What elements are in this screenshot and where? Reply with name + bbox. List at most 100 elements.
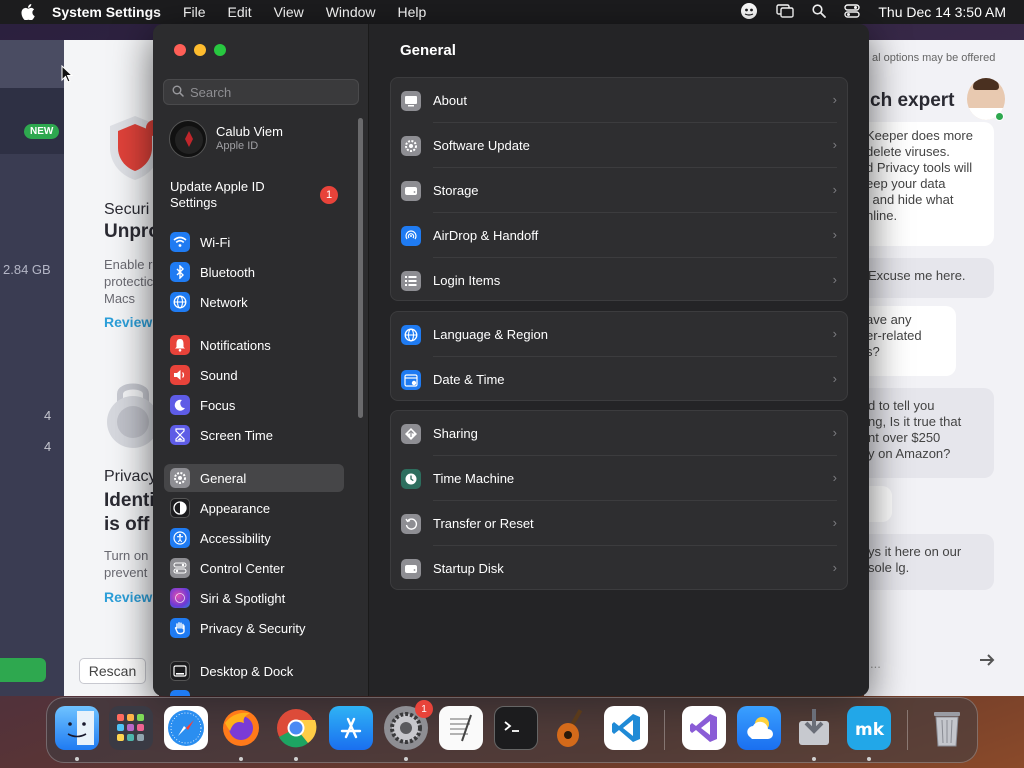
sidebar-item-appearance[interactable]: Appearance — [164, 494, 344, 522]
mk-app-icon[interactable]: mk — [847, 706, 891, 750]
chevron-right-icon: › — [832, 425, 837, 440]
row-software-update[interactable]: Software Update › — [391, 123, 849, 168]
chat-message: ys it here on our sole lg. — [860, 534, 994, 590]
sidebar-item-privacy-security[interactable]: Privacy & Security — [164, 614, 344, 642]
sidebar-item-network[interactable]: Network — [164, 288, 344, 316]
hourglass-icon — [170, 425, 190, 445]
speaker-icon — [170, 365, 190, 385]
update-apple-id-link[interactable]: Update Apple ID — [170, 179, 265, 194]
review-link[interactable]: Review — [104, 314, 152, 330]
search-field[interactable]: Search — [163, 79, 359, 105]
textedit-icon[interactable] — [439, 706, 483, 750]
bg-body-text: Turn on — [104, 548, 149, 563]
settings-sidebar: Search Calub Viem Apple ID Update Apple … — [153, 24, 369, 696]
weather-icon[interactable] — [737, 706, 781, 750]
update-apple-id-link[interactable]: Settings — [170, 195, 217, 210]
menu-file[interactable]: File — [172, 0, 217, 24]
row-label: About — [433, 93, 467, 108]
control-center-icon[interactable] — [844, 3, 861, 21]
row-transfer-reset[interactable]: Transfer or Reset › — [391, 501, 849, 546]
installer-icon[interactable] — [792, 706, 836, 750]
spotlight-search-icon[interactable] — [812, 3, 827, 21]
screen-mirroring-icon[interactable] — [776, 3, 795, 21]
minimize-window-button[interactable] — [194, 44, 206, 56]
sidebar-item-notifications[interactable]: Notifications — [164, 331, 344, 359]
dock-icon — [170, 661, 190, 681]
chat-input[interactable]: ... — [870, 656, 881, 671]
sidebar-item-label: Notifications — [200, 337, 271, 353]
review-link[interactable]: Review — [104, 589, 152, 605]
row-startup-disk[interactable]: Startup Disk › — [391, 546, 849, 591]
chat-message: d to tell you ng, Is it true that nt over … — [860, 388, 994, 478]
chrome-icon[interactable] — [274, 706, 318, 750]
row-airdrop-handoff[interactable]: AirDrop & Handoff › — [391, 213, 849, 258]
menu-edit[interactable]: Edit — [217, 0, 263, 24]
sidebar-item-focus[interactable]: Focus — [164, 391, 344, 419]
sidebar-item-label: Bluetooth — [200, 264, 255, 280]
chat-message: Keeper does more delete viruses. d Privacy… — [858, 122, 994, 246]
garageband-icon[interactable] — [549, 706, 593, 750]
menu-view[interactable]: View — [263, 0, 315, 24]
sidebar-item-control-center[interactable]: Control Center — [164, 554, 344, 582]
terminal-icon[interactable] — [494, 706, 538, 750]
chevron-right-icon: › — [832, 470, 837, 485]
sidebar-item-label: Sound — [200, 367, 238, 383]
bg-heading: Privacy — [104, 468, 157, 485]
sidebar-scrollbar[interactable] — [358, 118, 363, 418]
count-label: 4 — [44, 408, 52, 423]
row-sharing[interactable]: Sharing › — [391, 411, 849, 456]
sidebar-item-sound[interactable]: Sound — [164, 361, 344, 389]
menu-window[interactable]: Window — [315, 0, 387, 24]
reset-icon — [401, 513, 421, 534]
sidebar-item-siri-spotlight[interactable]: Siri & Spotlight — [164, 584, 344, 612]
row-login-items[interactable]: Login Items › — [391, 258, 849, 303]
row-about[interactable]: About › — [391, 78, 849, 123]
sidebar-item-screen-time[interactable]: Screen Time — [164, 421, 344, 449]
sidebar-item-bluetooth[interactable]: Bluetooth — [164, 258, 344, 286]
rescan-button[interactable]: Rescan — [79, 658, 146, 684]
trash-icon[interactable] — [925, 706, 969, 750]
close-window-button[interactable] — [174, 44, 186, 56]
zoom-window-button[interactable] — [214, 44, 226, 56]
chat-header: ch expert — [870, 90, 955, 111]
sidebar-item-general[interactable]: General — [164, 464, 344, 492]
system-settings-window: Search Calub Viem Apple ID Update Apple … — [153, 24, 869, 696]
sidebar-item-label: Wi-Fi — [200, 234, 231, 250]
row-language-region[interactable]: Language & Region › — [391, 312, 849, 357]
finder-icon[interactable] — [55, 706, 99, 750]
row-date-time[interactable]: Date & Time › — [391, 357, 849, 402]
menu-app-name[interactable]: System Settings — [52, 0, 172, 24]
time-machine-icon — [401, 468, 421, 489]
sidebar-item-desktop-dock[interactable]: Desktop & Dock — [164, 657, 344, 685]
visual-studio-icon[interactable] — [682, 706, 726, 750]
chat-message: ave any er-related s? — [858, 306, 956, 376]
settings-group: Language & Region › Date & Time › — [390, 311, 848, 401]
moon-icon — [170, 395, 190, 415]
chat-message: Excuse me here. — [860, 258, 994, 298]
menu-help[interactable]: Help — [387, 0, 438, 24]
lock-icon — [106, 376, 160, 459]
computer-icon — [401, 90, 421, 111]
bg-body-text: protectic — [104, 274, 154, 289]
send-arrow-icon[interactable] — [978, 652, 996, 673]
firefox-icon[interactable] — [219, 706, 263, 750]
app-store-icon[interactable] — [329, 706, 373, 750]
menu-clock[interactable]: Thu Dec 14 3:50 AM — [878, 4, 1006, 20]
row-time-machine[interactable]: Time Machine › — [391, 456, 849, 501]
sidebar-item-accessibility[interactable]: Accessibility — [164, 524, 344, 552]
chevron-right-icon: › — [832, 227, 837, 242]
user-status-icon[interactable] — [740, 2, 758, 23]
account-name[interactable]: Calub Viem — [216, 124, 283, 139]
apple-menu-icon[interactable] — [18, 0, 38, 24]
sidebar-item-wifi[interactable]: Wi-Fi — [164, 228, 344, 256]
vscode-icon[interactable] — [604, 706, 648, 750]
settings-badge: 1 — [415, 700, 433, 718]
account-avatar[interactable] — [169, 120, 207, 158]
green-action-button[interactable] — [0, 658, 46, 682]
safari-icon[interactable] — [164, 706, 208, 750]
page-title: General — [400, 42, 456, 59]
row-storage[interactable]: Storage › — [391, 168, 849, 213]
launchpad-icon[interactable] — [109, 706, 153, 750]
row-label: Transfer or Reset — [433, 516, 534, 531]
siri-icon — [170, 588, 190, 608]
